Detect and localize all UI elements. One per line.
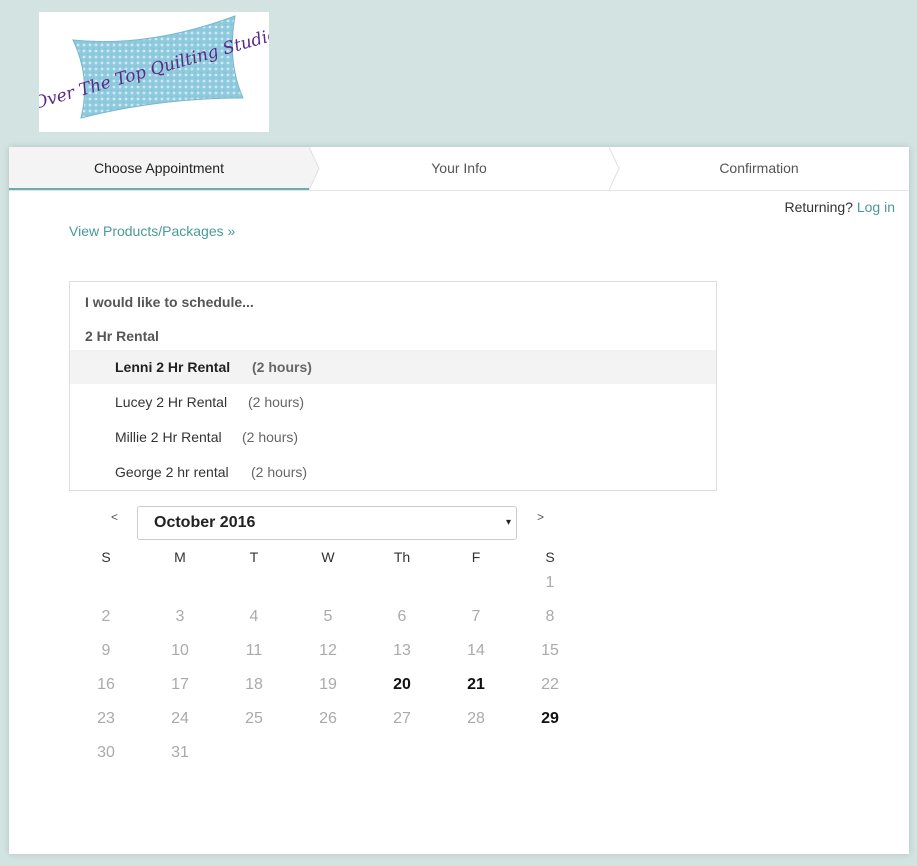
- booking-panel: Choose Appointment Your Info Confirmatio…: [9, 147, 909, 854]
- appointment-duration: (2 hours): [242, 429, 299, 445]
- calendar-day: 4: [249, 608, 259, 625]
- appointment-duration: (2 hours): [248, 394, 305, 410]
- calendar-day: 28: [467, 710, 485, 727]
- step-label: Your Info: [431, 160, 487, 176]
- calendar-day: 8: [545, 608, 555, 625]
- weekday-header: S: [545, 549, 555, 565]
- calendar-day: 26: [319, 710, 337, 727]
- calendar-day: 10: [171, 642, 189, 659]
- calendar-day: 13: [393, 642, 411, 659]
- logo-image: Over The Top Quilting Studio: [39, 15, 269, 119]
- calendar-day: 22: [541, 676, 559, 693]
- step-label: Confirmation: [719, 160, 799, 176]
- weekday-header: W: [321, 549, 335, 565]
- calendar-day: 17: [171, 676, 189, 693]
- calendar-day-available[interactable]: 29: [530, 710, 570, 728]
- calendar-day: 30: [97, 744, 115, 761]
- calendar-day: 3: [175, 608, 185, 625]
- appointment-name: George 2 hr rental: [115, 464, 229, 480]
- calendar-day: 16: [97, 676, 115, 693]
- calendar-day: 24: [171, 710, 189, 727]
- next-month-button[interactable]: >: [537, 510, 544, 524]
- calendar-day: 1: [545, 574, 555, 591]
- month-select-value: October 2016: [154, 514, 256, 531]
- appointment-option-millie[interactable]: Millie 2 Hr Rental (2 hours): [70, 420, 716, 454]
- calendar-day: 7: [471, 608, 481, 625]
- logo: Over The Top Quilting Studio: [39, 12, 269, 132]
- weekday-header: M: [174, 549, 186, 565]
- appointment-duration: (2 hours): [252, 359, 312, 375]
- calendar-day-available[interactable]: 20: [382, 676, 422, 694]
- calendar-day: 19: [319, 676, 337, 693]
- weekday-header: T: [249, 549, 259, 565]
- calendar-day-available[interactable]: 21: [456, 676, 496, 694]
- calendar-day: 9: [101, 642, 111, 659]
- calendar-day: 18: [245, 676, 263, 693]
- category-label: 2 Hr Rental: [85, 328, 159, 344]
- step-confirmation[interactable]: Confirmation: [609, 147, 909, 190]
- appointment-name: Millie 2 Hr Rental: [115, 429, 222, 445]
- step-label: Choose Appointment: [94, 160, 224, 176]
- calendar-day: 6: [397, 608, 407, 625]
- step-your-info[interactable]: Your Info: [309, 147, 620, 190]
- step-separator-icon: [309, 147, 320, 190]
- appointment-duration: (2 hours): [251, 464, 308, 480]
- weekday-header: Th: [393, 549, 411, 565]
- calendar-day: 25: [245, 710, 263, 727]
- step-separator-icon: [609, 147, 620, 190]
- month-select[interactable]: October 2016 ▾: [137, 506, 517, 540]
- weekday-header: S: [101, 549, 111, 565]
- calendar-day: 14: [467, 642, 485, 659]
- chevron-down-icon: ▾: [505, 517, 511, 528]
- login-link[interactable]: Log in: [857, 199, 895, 215]
- appointment-option-lucey[interactable]: Lucey 2 Hr Rental (2 hours): [70, 385, 716, 419]
- appointment-option-lenni[interactable]: Lenni 2 Hr Rental (2 hours): [70, 350, 716, 384]
- step-choose-appointment[interactable]: Choose Appointment: [9, 147, 320, 190]
- step-progress-bar: Choose Appointment Your Info Confirmatio…: [9, 147, 909, 191]
- calendar-day: 23: [97, 710, 115, 727]
- calendar-day: 5: [323, 608, 333, 625]
- weekday-header: F: [471, 549, 481, 565]
- view-products-link[interactable]: View Products/Packages »: [69, 223, 235, 239]
- returning-login: Returning? Log in: [784, 199, 895, 215]
- calendar-day: 31: [171, 744, 189, 761]
- returning-prompt: Returning?: [784, 199, 853, 215]
- appointment-name: Lenni 2 Hr Rental: [115, 359, 231, 375]
- calendar-day: 27: [393, 710, 411, 727]
- appointment-name: Lucey 2 Hr Rental: [115, 394, 228, 410]
- calendar-day: 2: [101, 608, 111, 625]
- appointment-option-george[interactable]: George 2 hr rental (2 hours): [70, 455, 716, 489]
- calendar-day: 15: [541, 642, 559, 659]
- schedule-heading: I would like to schedule...: [85, 294, 254, 310]
- calendar-day: 12: [319, 642, 337, 659]
- calendar-day: 11: [245, 642, 263, 659]
- prev-month-button[interactable]: <: [111, 510, 118, 524]
- appointment-type-list: I would like to schedule... 2 Hr Rental …: [69, 281, 717, 491]
